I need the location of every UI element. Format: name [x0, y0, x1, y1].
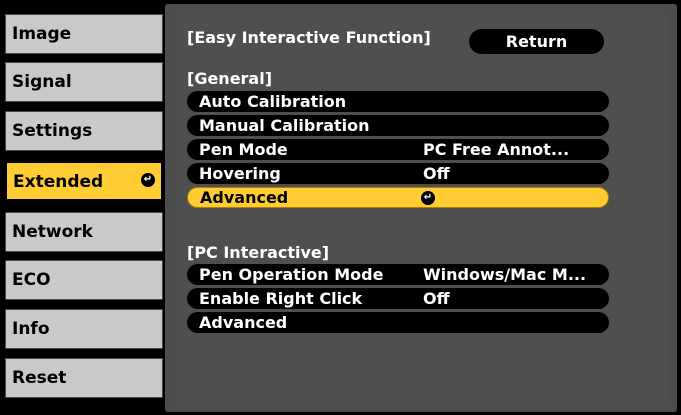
row-label: Pen Operation Mode — [199, 265, 384, 284]
section-header-pc-interactive: [PC Interactive] — [187, 243, 330, 262]
row-value: Off — [423, 289, 450, 308]
menu-row-pen-mode[interactable]: Pen Mode PC Free Annot... — [187, 139, 609, 160]
content-panel: [Easy Interactive Function] Return [Gene… — [165, 4, 677, 412]
menu-row-advanced-pc[interactable]: Advanced — [187, 312, 609, 333]
row-label: Advanced — [200, 188, 289, 207]
sidebar-item-extended[interactable]: Extended ↵ — [5, 161, 163, 201]
sidebar-item-label: ECO — [12, 270, 51, 290]
return-button[interactable]: Return — [469, 29, 604, 54]
sidebar-item-reset[interactable]: Reset — [5, 358, 163, 398]
row-value: Windows/Mac M... — [423, 265, 587, 284]
sidebar-item-label: Network — [12, 222, 93, 242]
row-value: Off — [423, 164, 450, 183]
enter-icon: ↵ — [421, 191, 435, 205]
sidebar-item-network[interactable]: Network — [5, 212, 163, 252]
menu-row-manual-calibration[interactable]: Manual Calibration — [187, 115, 609, 136]
section-header-general: [General] — [187, 69, 273, 88]
sidebar-item-info[interactable]: Info — [5, 309, 163, 349]
sidebar-item-label: Settings — [12, 121, 93, 141]
enter-icon: ↵ — [141, 173, 155, 187]
row-label: Advanced — [199, 313, 288, 332]
sidebar-item-label: Image — [12, 24, 72, 44]
sidebar-item-settings[interactable]: Settings — [5, 111, 163, 151]
sidebar-item-label: Info — [12, 319, 50, 339]
row-label: Hovering — [199, 164, 281, 183]
menu-panel: Image Signal Settings Extended ↵ Network … — [0, 0, 681, 415]
row-value: PC Free Annot... — [423, 140, 570, 159]
menu-row-advanced-general[interactable]: Advanced ↵ — [187, 187, 609, 208]
sidebar-item-image[interactable]: Image — [5, 14, 163, 54]
sidebar-item-label: Reset — [12, 368, 67, 388]
sidebar-item-label: Signal — [12, 72, 72, 92]
menu-row-enable-right-click[interactable]: Enable Right Click Off — [187, 288, 609, 309]
sidebar-item-eco[interactable]: ECO — [5, 260, 163, 300]
row-label: Auto Calibration — [199, 92, 347, 111]
content-inner: [Easy Interactive Function] Return [Gene… — [175, 14, 669, 407]
menu-row-auto-calibration[interactable]: Auto Calibration — [187, 91, 609, 112]
sidebar-item-signal[interactable]: Signal — [5, 62, 163, 102]
sidebar-item-label: Extended — [13, 172, 104, 192]
menu-row-hovering[interactable]: Hovering Off — [187, 163, 609, 184]
row-label: Manual Calibration — [199, 116, 370, 135]
row-label: Pen Mode — [199, 140, 288, 159]
row-label: Enable Right Click — [199, 289, 363, 308]
page-title: [Easy Interactive Function] — [187, 28, 431, 47]
menu-row-pen-operation-mode[interactable]: Pen Operation Mode Windows/Mac M... — [187, 264, 609, 285]
